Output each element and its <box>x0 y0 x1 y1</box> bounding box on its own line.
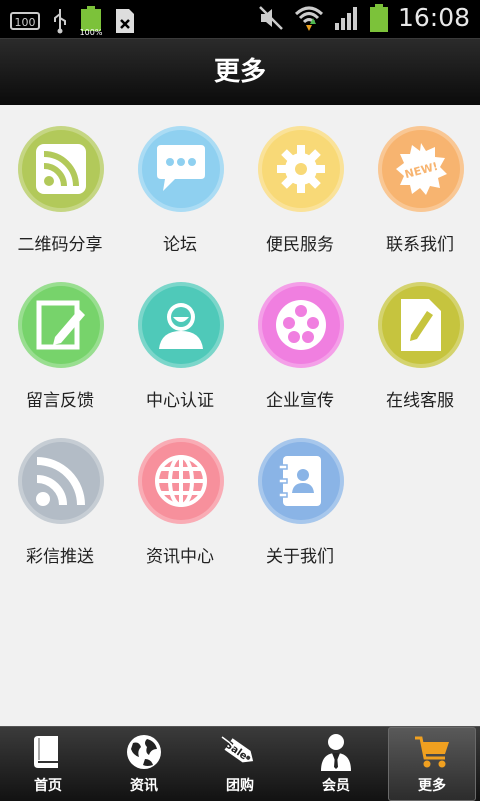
menu-item-label: 留言反馈 <box>26 391 94 411</box>
sim-icon: 100 <box>10 10 40 32</box>
nav-label: 会员 <box>322 778 350 794</box>
sd-card-icon <box>114 8 136 34</box>
menu-item-feedback[interactable]: 留言反馈 <box>0 260 120 411</box>
menu-item-label: 二维码分享 <box>17 235 103 255</box>
menu-item-label: 关于我们 <box>266 547 334 567</box>
menu-item-contact-us[interactable]: NEW! 联系我们 <box>360 104 480 255</box>
globe-icon <box>138 438 224 524</box>
nav-label: 首页 <box>34 778 62 794</box>
edit-icon <box>18 282 104 368</box>
signal-icon <box>334 5 360 31</box>
bottom-nav: 首页 资讯 Sale 团购 会员 更多 <box>0 726 480 801</box>
menu-item-label: 资讯中心 <box>146 547 214 567</box>
gear-icon <box>258 126 344 212</box>
film-reel-icon <box>258 282 344 368</box>
menu-item-label: 中心认证 <box>146 391 214 411</box>
battery-small-icon: 100% <box>80 6 102 36</box>
menu-item-promotion[interactable]: 企业宣传 <box>240 260 360 411</box>
contacts-icon <box>258 438 344 524</box>
sale-tag-icon: Sale <box>220 733 260 771</box>
rss-icon <box>18 126 104 212</box>
globe-icon <box>124 733 164 771</box>
mute-icon <box>258 5 284 31</box>
menu-item-label: 便民服务 <box>266 235 334 255</box>
nav-news[interactable]: 资讯 <box>96 727 192 801</box>
nav-label: 团购 <box>226 778 254 794</box>
nav-more[interactable]: 更多 <box>388 727 476 801</box>
menu-item-label: 彩信推送 <box>26 547 94 567</box>
page-title: 更多 <box>213 57 266 87</box>
nav-home[interactable]: 首页 <box>0 727 96 801</box>
book-icon <box>28 733 68 771</box>
menu-item-news-center[interactable]: 资讯中心 <box>120 416 240 567</box>
svg-text:100: 100 <box>15 16 36 29</box>
cart-icon <box>412 733 452 771</box>
nav-member[interactable]: 会员 <box>288 727 384 801</box>
menu-item-online-service[interactable]: 在线客服 <box>360 260 480 411</box>
menu-item-services[interactable]: 便民服务 <box>240 104 360 255</box>
svg-text:100%: 100% <box>80 28 102 36</box>
member-icon <box>316 733 356 771</box>
status-bar: 100 100% 16:08 <box>0 0 480 38</box>
menu-item-label: 在线客服 <box>386 391 454 411</box>
menu-item-label: 联系我们 <box>386 235 454 255</box>
clock: 16:08 <box>397 3 470 32</box>
wifi-icon <box>294 4 324 32</box>
menu-item-about-us[interactable]: 关于我们 <box>240 416 360 567</box>
usb-icon <box>52 8 68 34</box>
battery-icon <box>369 3 388 32</box>
user-icon <box>138 282 224 368</box>
menu-item-mms-push[interactable]: 彩信推送 <box>0 416 120 567</box>
nav-label: 更多 <box>418 778 446 794</box>
document-edit-icon <box>378 282 464 368</box>
menu-item-forum[interactable]: 论坛 <box>120 104 240 255</box>
chat-icon <box>138 126 224 212</box>
new-badge-icon: NEW! <box>378 126 464 212</box>
nav-group-buy[interactable]: Sale 团购 <box>192 727 288 801</box>
title-bar: 更多 <box>0 38 480 105</box>
menu-item-qr-share[interactable]: 二维码分享 <box>0 104 120 255</box>
menu-item-label: 企业宣传 <box>266 391 334 411</box>
nav-label: 资讯 <box>130 778 158 794</box>
menu-item-label: 论坛 <box>163 235 197 255</box>
rss-icon <box>18 438 104 524</box>
menu-item-certification[interactable]: 中心认证 <box>120 260 240 411</box>
